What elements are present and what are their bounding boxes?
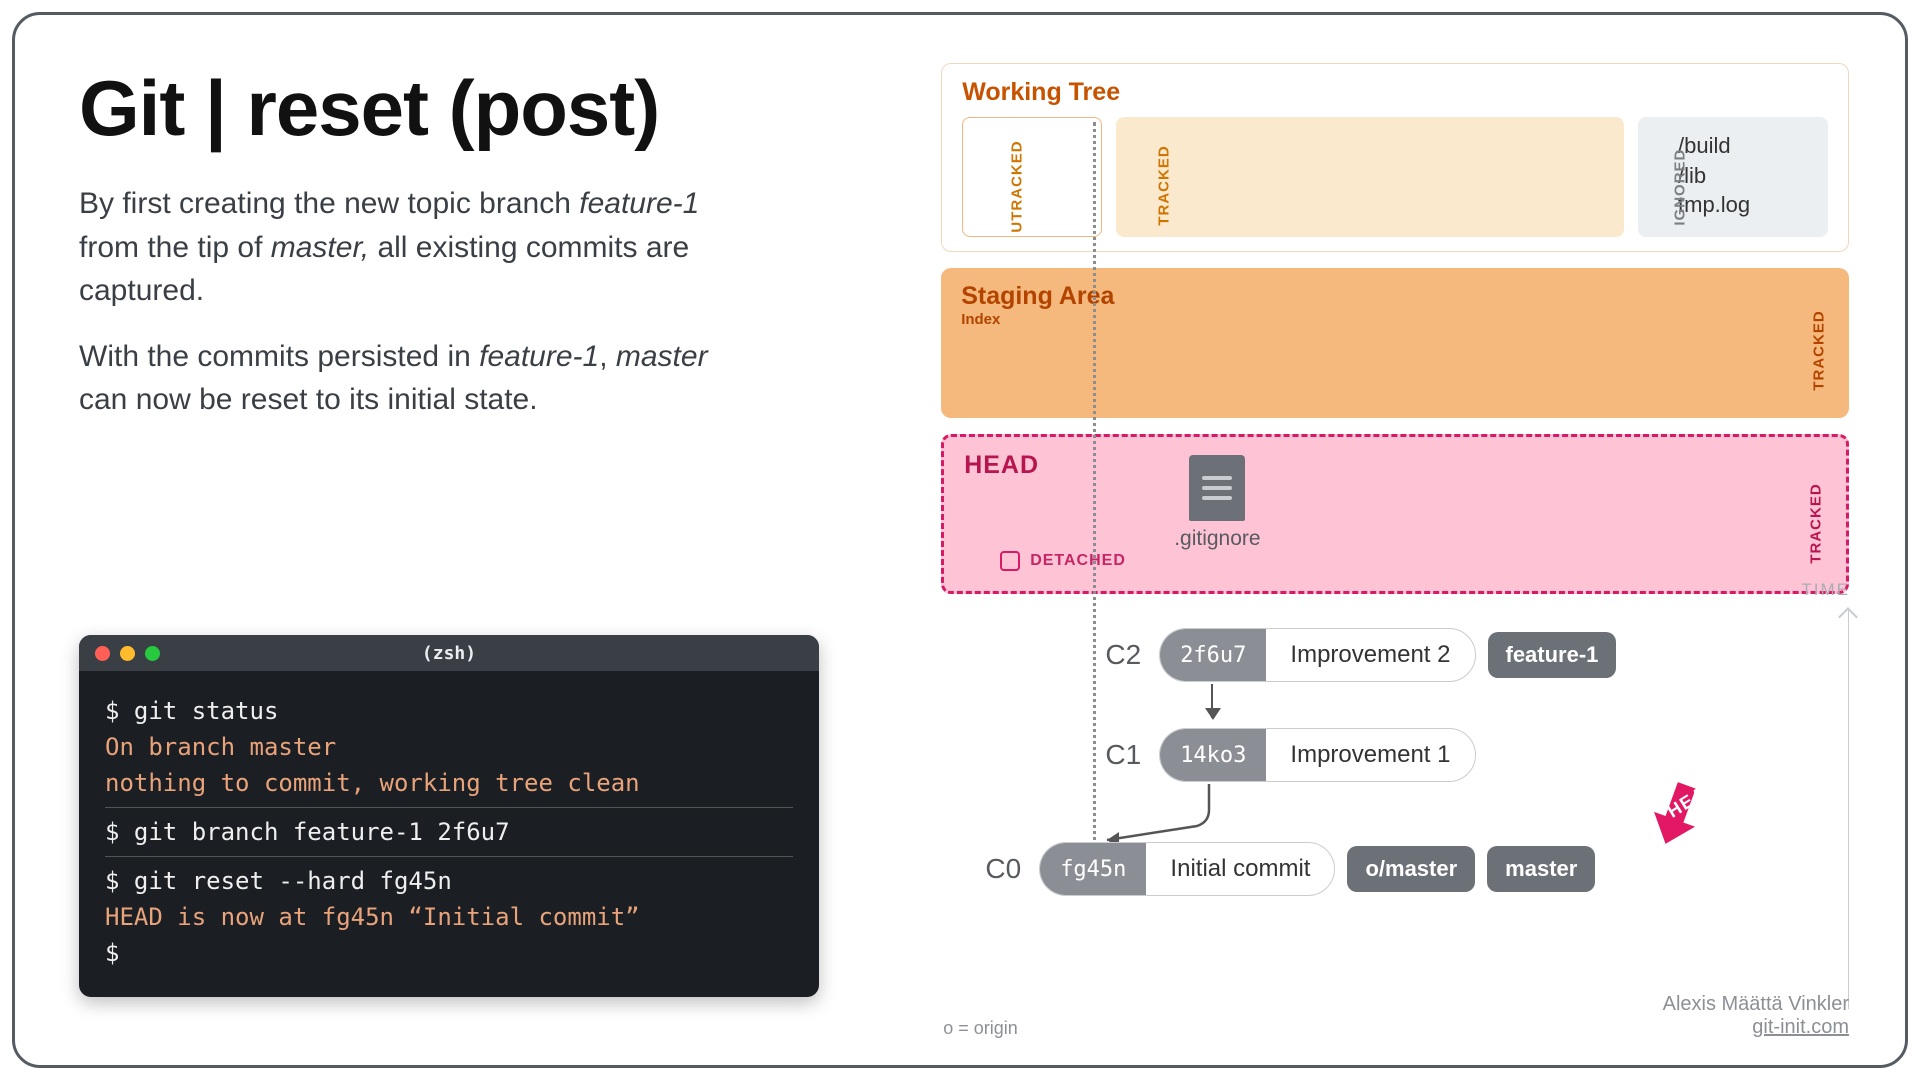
ignored-file: /build: [1678, 131, 1814, 161]
desc-text: With the commits persisted in: [79, 340, 479, 373]
description-block: By first creating the new topic branch f…: [79, 182, 719, 444]
desc-text: ,: [599, 340, 616, 373]
terminal-line: $: [105, 935, 793, 971]
commit-pill: 14ko3 Improvement 1: [1159, 728, 1475, 782]
ignored-file: /lib: [1678, 161, 1814, 191]
commit-row: C0 fg45n Initial commit o/master master: [971, 842, 1595, 896]
desc-em: master,: [271, 231, 369, 264]
head-zone: HEAD DETACHED .gitignore TRACKED: [941, 434, 1849, 594]
working-tree-zone: Working Tree UTRACKED TRACKED IGNORED /b…: [941, 63, 1849, 252]
ignored-box: IGNORED /build /lib tmp.log: [1638, 117, 1828, 237]
untracked-box: UTRACKED: [962, 117, 1102, 237]
author-link[interactable]: git-init.com: [1752, 1016, 1849, 1038]
terminal-title: (zsh): [79, 643, 819, 664]
desc-text: can now be reset to its initial state.: [79, 383, 538, 416]
branch-tag: o/master: [1347, 846, 1475, 892]
zone-title: Working Tree: [962, 78, 1828, 107]
terminal-line: $ git branch feature-1 2f6u7: [105, 814, 793, 850]
terminal-line: nothing to commit, working tree clean: [105, 765, 793, 801]
arrow-down-icon: [1211, 684, 1213, 718]
commit-row: C1 14ko3 Improvement 1: [1091, 728, 1475, 782]
desc-text: By first creating the new topic branch: [79, 187, 579, 220]
arrow-up-icon: [1838, 607, 1858, 627]
desc-text: from the tip of: [79, 231, 271, 264]
desc-em: feature-1: [479, 340, 599, 373]
time-label: TIME: [1801, 580, 1850, 600]
author-name: Alexis Määttä Vinkler: [1663, 993, 1849, 1016]
branch-tag: feature-1: [1488, 632, 1617, 678]
terminal-line: HEAD is now at fg45n “Initial commit”: [105, 899, 793, 935]
ignored-file: tmp.log: [1678, 190, 1814, 220]
desc-em: feature-1: [579, 187, 699, 220]
page-title: Git | reset (post): [79, 63, 893, 154]
terminal-titlebar: (zsh): [79, 635, 819, 671]
commit-pill: 2f6u7 Improvement 2: [1159, 628, 1475, 682]
commit-id: C0: [971, 853, 1021, 885]
commit-pill: fg45n Initial commit: [1039, 842, 1335, 896]
commit-id: C2: [1091, 639, 1141, 671]
tracked-box: TRACKED: [1116, 117, 1624, 237]
commit-message: Improvement 2: [1266, 641, 1474, 669]
terminal-line: On branch master: [105, 729, 793, 765]
commit-hash: 2f6u7: [1160, 629, 1266, 681]
commit-row: C2 2f6u7 Improvement 2 feature-1: [1091, 628, 1616, 682]
file-label: .gitignore: [1174, 527, 1260, 551]
gitignore-file: .gitignore: [1174, 455, 1260, 551]
staging-area-zone: Staging Area Index TRACKED: [941, 268, 1849, 418]
credits: Alexis Määttä Vinkler git-init.com: [1663, 993, 1849, 1039]
terminal-line: $ git status: [105, 693, 793, 729]
zone-title: Staging Area: [961, 282, 1829, 311]
tracked-label: TRACKED: [1810, 310, 1827, 390]
detached-label: DETACHED: [1030, 552, 1126, 570]
checkbox-icon: [1000, 551, 1020, 571]
untracked-label: UTRACKED: [1009, 140, 1026, 232]
branch-tag: master: [1487, 846, 1595, 892]
desc-em: master: [616, 340, 708, 373]
ignored-label: IGNORED: [1670, 149, 1690, 226]
file-icon: [1189, 455, 1245, 521]
commit-id: C1: [1091, 739, 1141, 771]
time-axis: TIME: [1819, 610, 1849, 1009]
commit-message: Improvement 1: [1266, 741, 1474, 769]
commit-hash: 14ko3: [1160, 729, 1266, 781]
commit-message: Initial commit: [1146, 855, 1334, 883]
tracked-label: TRACKED: [1807, 483, 1824, 563]
zone-subtitle: Index: [961, 311, 1829, 328]
detached-indicator: DETACHED: [1000, 551, 1126, 571]
commit-hash: fg45n: [1040, 843, 1146, 895]
tracked-label: TRACKED: [1156, 145, 1173, 225]
commit-graph: TIME C2 2f6u7 Improvement 2 feature-1: [941, 610, 1849, 1033]
terminal-line: $ git reset --hard fg45n: [105, 863, 793, 899]
terminal-body: $ git status On branch master nothing to…: [79, 671, 819, 997]
terminal-window: (zsh) $ git status On branch master noth…: [79, 635, 819, 997]
origin-note: o = origin: [943, 1018, 1018, 1039]
